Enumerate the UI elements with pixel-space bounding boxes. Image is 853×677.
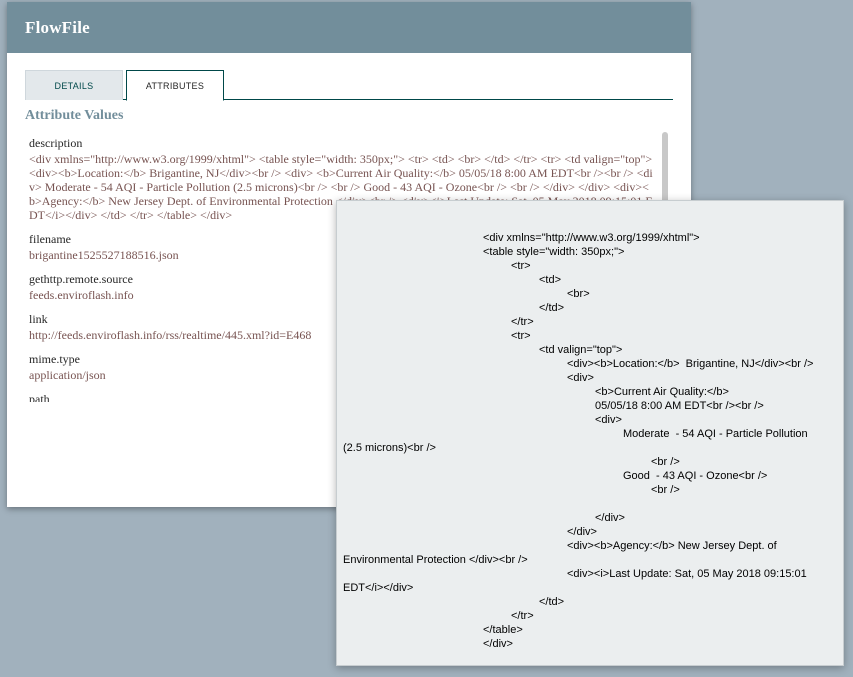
popup-line: </td>: [539, 302, 565, 314]
popup-line: (2.5 microns)<br />: [343, 442, 436, 454]
popup-line: </tr>: [511, 610, 534, 622]
scrollbar-thumb[interactable]: [662, 132, 668, 208]
attribute-name: description: [29, 136, 83, 150]
tab-details[interactable]: DETAILS: [25, 70, 123, 100]
popup-line: Environmental Protection </div><br />: [343, 554, 528, 566]
tab-bar: DETAILS ATTRIBUTES: [25, 70, 673, 101]
popup-line: <div>: [595, 414, 622, 426]
popup-line: Moderate - 54 AQI - Particle Pollution: [623, 428, 808, 440]
popup-line: <b>Current Air Quality:</b>: [595, 386, 729, 398]
popup-line: <div><b>Location:</b> Brigantine, NJ</di…: [567, 358, 814, 370]
dialog-title: FlowFile: [25, 17, 90, 37]
popup-line: <br />: [651, 484, 680, 496]
popup-line: </table>: [483, 624, 523, 636]
popup-line: <br />: [651, 456, 680, 468]
popup-line: Good - 43 AQI - Ozone<br />: [623, 470, 768, 482]
popup-line: </tr>: [511, 316, 534, 328]
popup-line: <div><b>Agency:</b> New Jersey Dept. of: [567, 540, 777, 552]
popup-line: <tr>: [511, 330, 531, 342]
popup-line: <div>: [567, 372, 594, 384]
popup-line: </td>: [539, 596, 565, 608]
popup-line: </div>: [567, 526, 597, 538]
tab-attributes[interactable]: ATTRIBUTES: [126, 70, 224, 101]
popup-line: <table style="width: 350px;">: [483, 246, 625, 258]
popup-line: </div>: [483, 638, 513, 650]
popup-line: EDT</i></div>: [343, 582, 414, 594]
popup-line: <br>: [567, 288, 590, 300]
dialog-header: FlowFile: [7, 2, 691, 53]
attribute-value-popup: <div xmlns="http://www.w3.org/1999/xhtml…: [336, 200, 844, 666]
popup-line: 05/05/18 8:00 AM EDT<br /><br />: [595, 400, 764, 412]
popup-line: <div><i>Last Update: Sat, 05 May 2018 09…: [567, 568, 807, 580]
popup-line: <tr>: [511, 260, 531, 272]
popup-line: <td>: [539, 274, 562, 286]
popup-line: <div xmlns="http://www.w3.org/1999/xhtml…: [483, 232, 700, 244]
popup-line: </div>: [595, 512, 625, 524]
popup-line: <td valign="top">: [539, 344, 623, 356]
section-title: Attribute Values: [25, 108, 124, 123]
